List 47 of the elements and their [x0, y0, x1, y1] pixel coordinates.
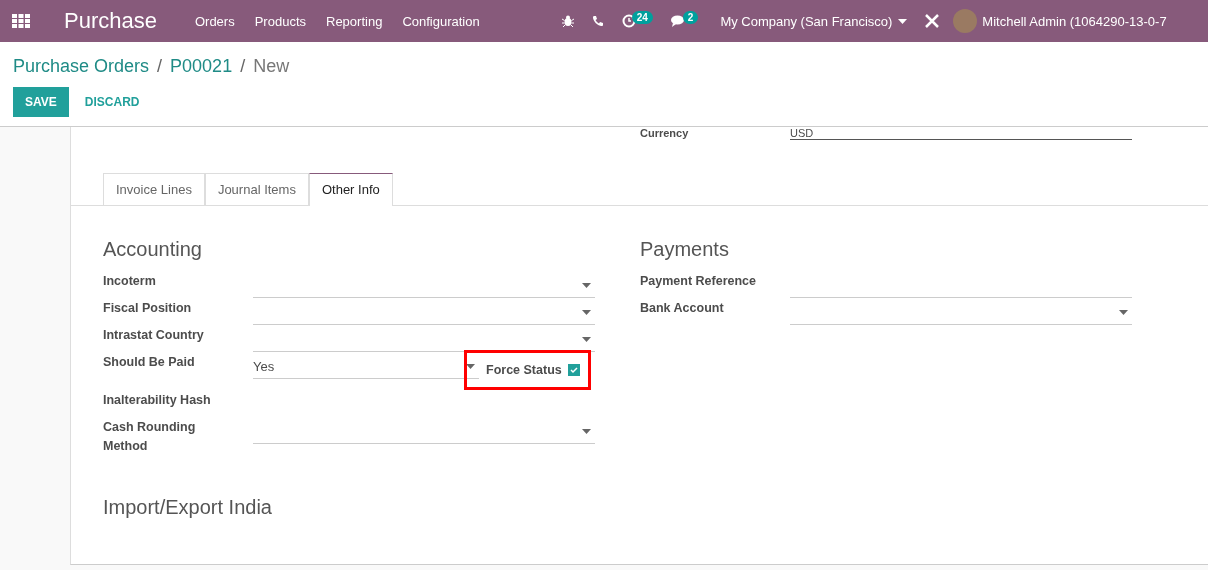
- section-title: Accounting: [103, 238, 203, 261]
- menu-item[interactable]: Reporting: [326, 13, 383, 29]
- clock-icon[interactable]: [621, 14, 636, 28]
- message-count-badge: 2: [682, 10, 699, 24]
- field-label: Should Be Paid: [103, 354, 196, 371]
- phone-icon[interactable]: [591, 15, 604, 27]
- discard-button[interactable]: DISCARD: [72, 87, 152, 117]
- section-title: Payments: [640, 238, 730, 261]
- breadcrumb-separator: /: [157, 56, 163, 77]
- menu-item[interactable]: Products: [254, 13, 306, 29]
- field-label: Fiscal Position: [103, 300, 193, 317]
- breadcrumb-link[interactable]: P00021: [170, 56, 233, 77]
- apps-menu-icon[interactable]: [12, 14, 30, 28]
- caret-icon: [582, 337, 591, 342]
- field-label: Payment Reference: [640, 273, 758, 290]
- breadcrumb-link[interactable]: Purchase Orders: [13, 56, 150, 77]
- caret-icon: [582, 283, 591, 288]
- caret-icon: [582, 310, 591, 315]
- section-title: Import/Export India: [103, 496, 273, 519]
- checkbox[interactable]: [567, 364, 580, 376]
- activity-count-badge: 24: [631, 10, 653, 24]
- menu-item[interactable]: Configuration: [402, 13, 480, 29]
- breadcrumb-current: New: [253, 56, 290, 77]
- field-label: Currency: [640, 127, 690, 139]
- field-label: Bank Account: [640, 300, 725, 317]
- field-label: Cash Rounding Method: [103, 419, 197, 455]
- user-menu[interactable]: Mitchell Admin (1064290-13-0-7: [982, 13, 1167, 29]
- dropdown-field[interactable]: Yes: [253, 357, 479, 379]
- caret-icon: [1119, 310, 1128, 315]
- app-name: Purchase: [64, 8, 157, 34]
- tab[interactable]: Invoice Lines: [103, 173, 205, 205]
- save-button[interactable]: SAVE: [13, 87, 69, 117]
- bug-icon[interactable]: [561, 15, 574, 27]
- field-label: Incoterm: [103, 273, 157, 290]
- tab[interactable]: Journal Items: [204, 173, 309, 205]
- caret-icon: [582, 429, 591, 434]
- breadcrumb-separator: /: [240, 56, 246, 77]
- field-label: Inalterability Hash: [103, 392, 212, 409]
- field-label: Intrastat Country: [103, 327, 205, 344]
- chat-icon[interactable]: [670, 14, 687, 28]
- checkbox-label: Force Status: [486, 363, 562, 377]
- caret-icon: [898, 18, 908, 24]
- company-switcher[interactable]: My Company (San Francisco): [720, 13, 908, 29]
- tab[interactable]: Other Info: [308, 173, 393, 206]
- caret-icon: [466, 364, 475, 369]
- menu-item[interactable]: Orders: [194, 13, 235, 29]
- currency-field[interactable]: USD: [790, 126, 1132, 140]
